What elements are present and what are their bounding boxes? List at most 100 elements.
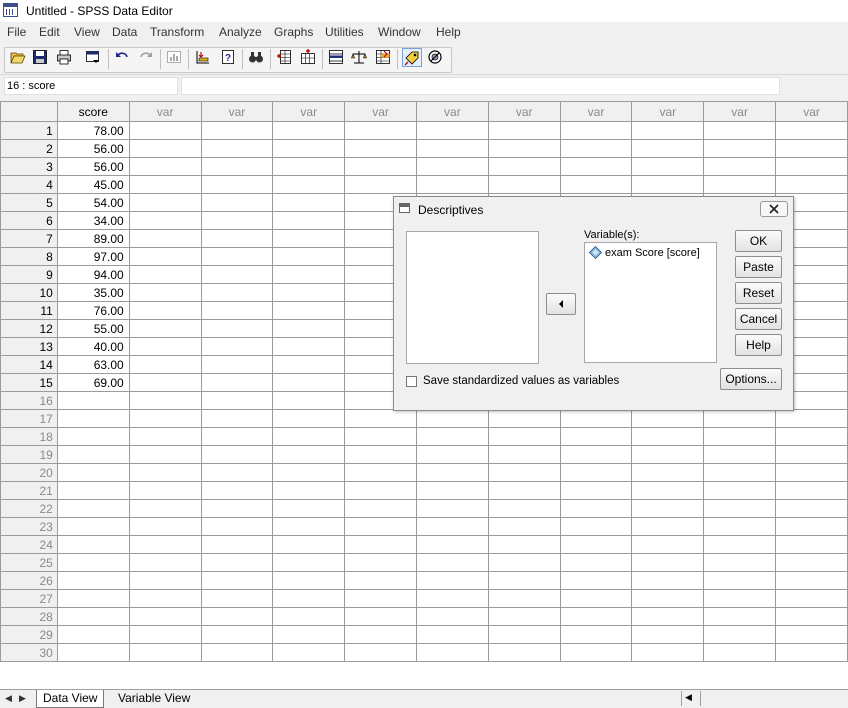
cell-empty[interactable] — [272, 193, 346, 212]
cell-empty[interactable] — [559, 121, 633, 140]
cell-empty[interactable] — [344, 625, 417, 644]
cell-empty[interactable] — [415, 481, 489, 500]
cell-empty[interactable] — [272, 571, 346, 590]
row-number[interactable]: 16 — [0, 391, 58, 410]
cell-empty[interactable] — [559, 625, 633, 644]
cell-empty[interactable] — [703, 445, 777, 464]
cell-empty[interactable] — [415, 535, 489, 554]
cell-empty[interactable] — [344, 445, 417, 464]
cell-empty[interactable] — [128, 409, 202, 428]
tab-data-view[interactable]: Data View — [36, 690, 105, 708]
cell-empty[interactable] — [344, 553, 417, 572]
cell-empty[interactable] — [775, 121, 848, 140]
insert-case-icon[interactable] — [275, 48, 293, 65]
cell-score[interactable]: 69.00 — [56, 373, 130, 392]
cell-empty[interactable] — [775, 553, 848, 572]
column-header-var[interactable]: var — [487, 101, 561, 122]
cell-empty[interactable] — [631, 643, 705, 662]
cell-empty[interactable] — [128, 247, 202, 266]
cell-empty[interactable] — [415, 409, 489, 428]
cell-empty[interactable] — [415, 571, 489, 590]
row-number[interactable]: 22 — [0, 499, 58, 518]
reset-button[interactable]: Reset — [735, 282, 782, 304]
cell-empty[interactable] — [344, 139, 417, 158]
menu-window[interactable]: Window — [378, 25, 421, 39]
cell-empty[interactable] — [200, 337, 274, 356]
cell-empty[interactable] — [272, 427, 346, 446]
cell-empty[interactable] — [559, 175, 633, 194]
cell-empty[interactable] — [272, 625, 346, 644]
cell-empty[interactable] — [559, 589, 633, 608]
cell-empty[interactable] — [128, 301, 202, 320]
cell-empty[interactable] — [272, 157, 346, 176]
cell-score[interactable] — [56, 607, 130, 626]
cell-empty[interactable] — [487, 535, 561, 554]
cell-empty[interactable] — [487, 139, 561, 158]
menu-analyze[interactable]: Analyze — [219, 25, 262, 39]
cell-empty[interactable] — [272, 517, 346, 536]
cell-empty[interactable] — [775, 427, 848, 446]
cell-empty[interactable] — [200, 355, 274, 374]
source-variable-list[interactable] — [406, 231, 539, 364]
cell-empty[interactable] — [128, 175, 202, 194]
cell-empty[interactable] — [487, 121, 561, 140]
save-standardized-checkbox[interactable] — [406, 375, 417, 387]
column-header-var[interactable]: var — [415, 101, 489, 122]
cell-score[interactable] — [56, 625, 130, 644]
cell-empty[interactable] — [200, 121, 274, 140]
cell-empty[interactable] — [415, 445, 489, 464]
cell-empty[interactable] — [200, 553, 274, 572]
cell-empty[interactable] — [200, 427, 274, 446]
save-icon[interactable] — [31, 48, 49, 65]
print-icon[interactable] — [55, 48, 73, 65]
cell-empty[interactable] — [272, 265, 346, 284]
cell-empty[interactable] — [703, 643, 777, 662]
cell-empty[interactable] — [559, 499, 633, 518]
cell-empty[interactable] — [559, 643, 633, 662]
row-number[interactable]: 18 — [0, 427, 58, 446]
variables-icon[interactable]: ? — [219, 48, 237, 65]
cell-empty[interactable] — [272, 445, 346, 464]
cell-empty[interactable] — [272, 355, 346, 374]
cell-score[interactable] — [56, 427, 130, 446]
cell-empty[interactable] — [631, 535, 705, 554]
tab-scroll-right-icon[interactable]: ▶ — [17, 692, 28, 705]
cell-empty[interactable] — [631, 589, 705, 608]
cell-empty[interactable] — [703, 175, 777, 194]
cell-score[interactable]: 56.00 — [56, 157, 130, 176]
row-number[interactable]: 19 — [0, 445, 58, 464]
cell-empty[interactable] — [703, 571, 777, 590]
column-header-var[interactable]: var — [272, 101, 346, 122]
scroll-left-icon[interactable]: ◀ — [685, 692, 692, 703]
cell-empty[interactable] — [415, 499, 489, 518]
cell-empty[interactable] — [415, 157, 489, 176]
cell-empty[interactable] — [415, 517, 489, 536]
cell-empty[interactable] — [703, 499, 777, 518]
cell-empty[interactable] — [200, 211, 274, 230]
cell-empty[interactable] — [559, 139, 633, 158]
row-number[interactable]: 26 — [0, 571, 58, 590]
cell-empty[interactable] — [415, 607, 489, 626]
cell-empty[interactable] — [272, 301, 346, 320]
cell-empty[interactable] — [200, 571, 274, 590]
cell-empty[interactable] — [200, 481, 274, 500]
cell-score[interactable] — [56, 589, 130, 608]
cell-empty[interactable] — [272, 121, 346, 140]
menu-edit[interactable]: Edit — [39, 25, 60, 39]
cell-score[interactable]: 34.00 — [56, 211, 130, 230]
column-header-score[interactable]: score — [56, 101, 130, 122]
cell-empty[interactable] — [200, 265, 274, 284]
cell-empty[interactable] — [559, 445, 633, 464]
row-number[interactable]: 11 — [0, 301, 58, 320]
cell-empty[interactable] — [631, 625, 705, 644]
cell-empty[interactable] — [631, 607, 705, 626]
cell-empty[interactable] — [775, 463, 848, 482]
cell-empty[interactable] — [344, 517, 417, 536]
cell-empty[interactable] — [200, 319, 274, 338]
dialog-recall-icon[interactable] — [84, 48, 102, 65]
row-number[interactable]: 5 — [0, 193, 58, 212]
cell-empty[interactable] — [272, 337, 346, 356]
cell-empty[interactable] — [200, 139, 274, 158]
cell-empty[interactable] — [775, 175, 848, 194]
cell-empty[interactable] — [128, 373, 202, 392]
